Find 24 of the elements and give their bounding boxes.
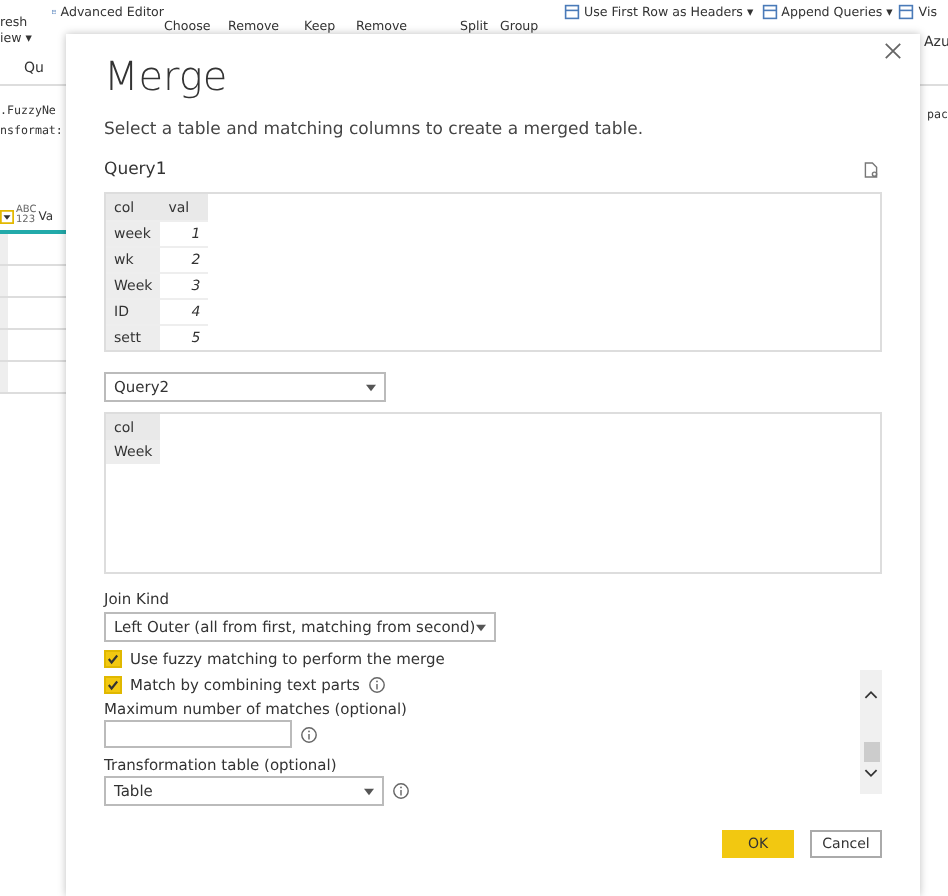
scrollbar[interactable] (860, 670, 882, 794)
info-icon[interactable] (300, 725, 318, 743)
input-field[interactable] (104, 720, 292, 748)
grid-row (0, 298, 66, 330)
dialog-title: Merge (104, 52, 230, 100)
document-icon[interactable] (864, 160, 878, 180)
grid-row (0, 266, 66, 298)
grid-row (0, 330, 66, 362)
caret-icon (366, 383, 376, 391)
close-icon[interactable] (884, 42, 902, 60)
checkbox[interactable] (104, 649, 122, 667)
scrollbar-thumb[interactable] (863, 742, 879, 762)
caret-icon (476, 623, 486, 631)
dialog-description: Select a table and matching columns to create a merged table. (104, 120, 646, 140)
table-name: Query1 (104, 160, 167, 180)
chevron-up-icon[interactable] (864, 690, 878, 700)
grid-row (0, 234, 66, 266)
caret-icon (364, 787, 374, 795)
chevron-down-icon[interactable] (864, 768, 878, 778)
dropdown-caret-icon[interactable] (0, 209, 14, 223)
info-icon[interactable] (392, 782, 410, 800)
grid-row (0, 362, 66, 394)
info-icon[interactable] (367, 675, 386, 693)
checkbox[interactable] (104, 675, 122, 693)
